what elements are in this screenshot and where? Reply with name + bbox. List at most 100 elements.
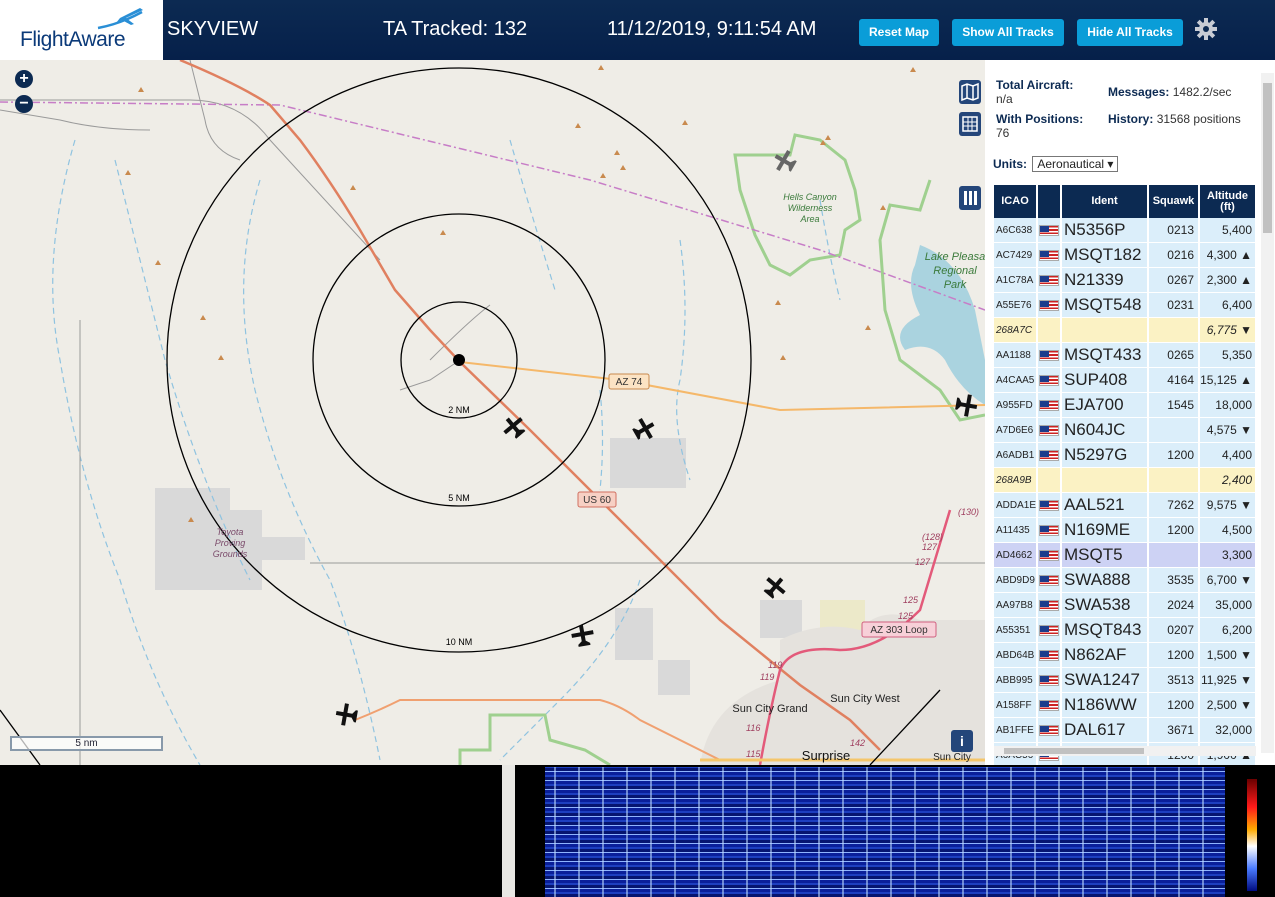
table-cell-flag	[1038, 343, 1062, 367]
table-row[interactable]: A955FD EJA700 1545 18,000	[994, 393, 1257, 418]
horizontal-scrollbar[interactable]	[994, 746, 1256, 756]
hide-all-tracks-button[interactable]: Hide All Tracks	[1077, 19, 1183, 46]
table-cell-ident: N862AF	[1062, 643, 1149, 667]
table-row[interactable]: A1C78A N21339 0267 2,300 ▲	[994, 268, 1257, 293]
table-row[interactable]: ADDA1E AAL521 7262 9,575 ▼	[994, 493, 1257, 518]
datetime: 11/12/2019, 9:11:54 AM	[607, 18, 817, 40]
table-header: ICAO Ident Squawk Altitude (ft)	[994, 185, 1257, 218]
logo-text: FlightAware	[20, 28, 126, 51]
place-label: Sun City Grand	[732, 703, 807, 715]
table-cell-icao: 268A9B	[994, 468, 1038, 492]
table-cell-icao: ABD64B	[994, 643, 1038, 667]
us-flag-icon	[1039, 549, 1059, 561]
columns-icon[interactable]	[959, 186, 981, 210]
table-cell-squawk: 3513	[1149, 668, 1200, 692]
map-type-icon[interactable]	[959, 80, 981, 104]
col-ident[interactable]: Ident	[1062, 185, 1149, 218]
flightaware-logo[interactable]: FlightAware	[0, 0, 163, 60]
table-row[interactable]: A11435 N169ME 1200 4,500	[994, 518, 1257, 543]
svg-text:125: 125	[903, 595, 919, 605]
table-row[interactable]: AB1FFE DAL617 3671 32,000	[994, 718, 1257, 743]
col-squawk[interactable]: Squawk	[1149, 185, 1200, 218]
table-cell-flag	[1038, 568, 1062, 592]
map-view[interactable]: AZ 74 US 60 AZ 303 Loop 2 NM 5 NM 10 NM …	[0, 60, 985, 765]
svg-text:(130): (130)	[958, 507, 979, 517]
table-cell-squawk: 4164	[1149, 368, 1200, 392]
table-cell-altitude: 2,300 ▲	[1200, 268, 1257, 292]
zoom-in-icon[interactable]: +	[15, 70, 33, 88]
boundary-line	[0, 101, 985, 311]
table-cell-squawk	[1149, 543, 1200, 567]
table-cell-flag	[1038, 718, 1062, 742]
table-row[interactable]: AD4662 MSQT5 3,300	[994, 543, 1257, 568]
info-icon[interactable]: i	[951, 730, 973, 752]
table-cell-squawk: 0207	[1149, 618, 1200, 642]
table-row[interactable]: 268A9B 2,400	[994, 468, 1257, 493]
table-cell-icao: ADDA1E	[994, 493, 1038, 517]
table-cell-squawk: 1200	[1149, 693, 1200, 717]
scale-bar: 5 nm	[10, 736, 163, 751]
table-cell-altitude: 6,700 ▼	[1200, 568, 1257, 592]
svg-text:119: 119	[768, 660, 782, 670]
aircraft-icon	[774, 149, 797, 172]
table-cell-icao: AA1188	[994, 343, 1038, 367]
table-cell-squawk: 0267	[1149, 268, 1200, 292]
table-row[interactable]: A55351 MSQT843 0207 6,200	[994, 618, 1257, 643]
table-row[interactable]: A6C638 N5356P 0213 5,400	[994, 218, 1257, 243]
gear-icon[interactable]	[1194, 17, 1218, 41]
table-row[interactable]: A6ADB1 N5297G 1200 4,400	[994, 443, 1257, 468]
us-flag-icon	[1039, 574, 1059, 586]
col-altitude[interactable]: Altitude (ft)	[1200, 185, 1257, 218]
table-row[interactable]: A55E76 MSQT548 0231 6,400	[994, 293, 1257, 318]
app-title: SKYVIEW	[167, 18, 259, 40]
table-cell-altitude: 2,500 ▼	[1200, 693, 1257, 717]
table-row[interactable]: ABB995 SWA1247 3513 11,925 ▼	[994, 668, 1257, 693]
col-flag[interactable]	[1038, 185, 1062, 218]
table-cell-ident: MSQT548	[1062, 293, 1149, 317]
zoom-out-icon[interactable]: −	[15, 95, 33, 113]
units-select[interactable]: Aeronautical ▾	[1032, 156, 1119, 172]
table-cell-flag	[1038, 618, 1062, 642]
table-cell-icao: AC7429	[994, 243, 1038, 267]
table-cell-flag	[1038, 693, 1062, 717]
table-cell-flag	[1038, 318, 1062, 342]
svg-text:Hells CanyonWildernessArea: Hells Canyon Wilderness Area	[783, 192, 837, 224]
table-cell-altitude: 5,400	[1200, 218, 1257, 242]
table-cell-ident: SWA888	[1062, 568, 1149, 592]
table-cell-altitude: 11,925 ▼	[1200, 668, 1257, 692]
table-cell-altitude: 32,000	[1200, 718, 1257, 742]
table-cell-ident: N169ME	[1062, 518, 1149, 542]
table-row[interactable]: AC7429 MSQT182 0216 4,300 ▲	[994, 243, 1257, 268]
table-row[interactable]: A7D6E6 N604JC 4,575 ▼	[994, 418, 1257, 443]
show-all-tracks-button[interactable]: Show All Tracks	[952, 19, 1064, 46]
table-cell-squawk: 1545	[1149, 393, 1200, 417]
grid-icon[interactable]	[959, 112, 981, 136]
table-cell-ident: N5356P	[1062, 218, 1149, 242]
table-cell-icao: AB1FFE	[994, 718, 1038, 742]
table-cell-ident: MSQT5	[1062, 543, 1149, 567]
table-cell-altitude: 4,400	[1200, 443, 1257, 467]
history-count: History: 31568 positions	[1108, 112, 1241, 126]
table-row[interactable]: A158FF N186WW 1200 2,500 ▼	[994, 693, 1257, 718]
table-cell-altitude: 6,775 ▼	[1200, 318, 1257, 342]
table-cell-squawk: 1200	[1149, 643, 1200, 667]
table-row[interactable]: ABD64B N862AF 1200 1,500 ▼	[994, 643, 1257, 668]
table-row[interactable]: AA1188 MSQT433 0265 5,350	[994, 343, 1257, 368]
map-canvas[interactable]: AZ 74 US 60 AZ 303 Loop 2 NM 5 NM 10 NM …	[0, 60, 985, 765]
reset-map-button[interactable]: Reset Map	[859, 19, 939, 46]
table-cell-squawk	[1149, 468, 1200, 492]
table-cell-ident: N186WW	[1062, 693, 1149, 717]
vertical-scrollbar[interactable]	[1261, 73, 1274, 753]
us-flag-icon	[1039, 374, 1059, 386]
table-cell-ident: N5297G	[1062, 443, 1149, 467]
table-cell-ident: EJA700	[1062, 393, 1149, 417]
blank-panel	[0, 765, 502, 897]
table-row[interactable]: 268A7C 6,775 ▼	[994, 318, 1257, 343]
table-cell-squawk: 3671	[1149, 718, 1200, 742]
us-flag-icon	[1039, 399, 1059, 411]
col-icao[interactable]: ICAO	[994, 185, 1038, 218]
table-cell-icao: A7D6E6	[994, 418, 1038, 442]
table-row[interactable]: AA97B8 SWA538 2024 35,000	[994, 593, 1257, 618]
table-row[interactable]: A4CAA5 SUP408 4164 15,125 ▲	[994, 368, 1257, 393]
table-row[interactable]: ABD9D9 SWA888 3535 6,700 ▼	[994, 568, 1257, 593]
